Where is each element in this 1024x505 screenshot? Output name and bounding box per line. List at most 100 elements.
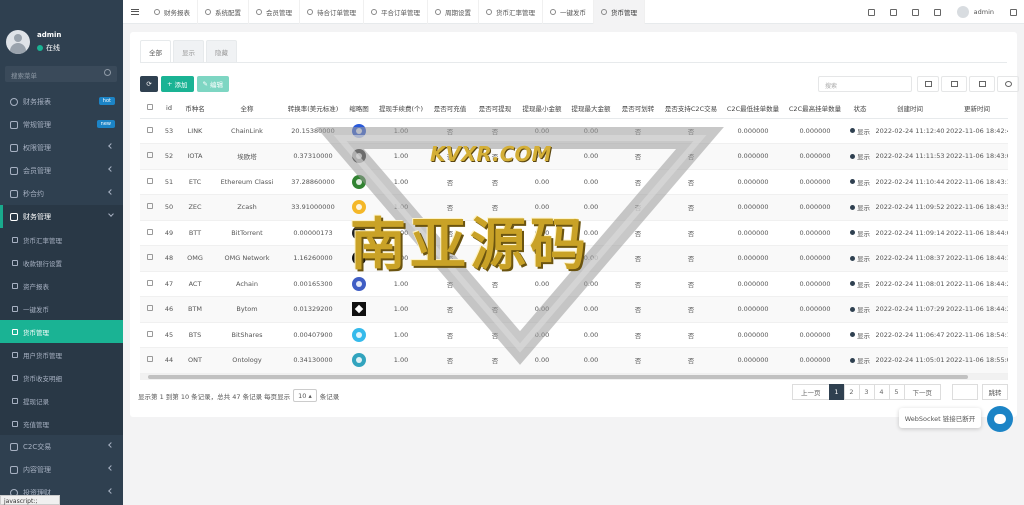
sidebar-item-general[interactable]: 常规管理 new [0,113,123,136]
table-row[interactable]: 47 ACT Achain 0.00165300 1.00 否否 0.00 0.00 否否 0.0… [140,271,1008,297]
column-header[interactable]: 币种名 [178,98,212,119]
column-header[interactable]: 缩略图 [344,98,374,119]
column-header[interactable]: C2C最低挂单数量 [722,98,784,119]
row-checkbox-cell[interactable] [140,143,160,170]
refresh-button[interactable]: ⟳ [140,76,158,92]
advanced-search-button[interactable] [997,76,1019,92]
column-header[interactable]: 转换率(美元标准) [282,98,344,119]
horizontal-scrollbar[interactable] [140,374,1008,380]
filter-tab-show[interactable]: 显示 [173,40,204,62]
sidebar-subitem-asset-report[interactable]: 资产报表 [0,274,123,297]
menu-search-input[interactable]: 搜索菜单 [5,66,117,82]
chat-bubble-button[interactable] [987,406,1013,432]
toggle-view-button[interactable] [917,76,939,92]
columns-button[interactable] [941,76,967,92]
filter-tab-all[interactable]: 全部 [140,40,171,62]
row-checkbox-cell[interactable] [140,220,160,246]
table-row[interactable]: 52 IOTA 埃欧塔 0.37310000 1.00 否否 0.00 0.00 否否 0.000… [140,143,1008,170]
sidebar-subitem-recharge[interactable]: 充值管理 [0,412,123,435]
export-button[interactable] [969,76,995,92]
row-checkbox-cell[interactable] [140,169,160,195]
scrollbar-thumb[interactable] [148,375,968,379]
page-button-3[interactable]: 3 [858,384,875,400]
search-icon[interactable] [104,69,111,76]
sidebar-subitem-withdraw[interactable]: 提现记录 [0,389,123,412]
checkbox-icon[interactable] [147,228,153,235]
column-header[interactable]: 全称 [212,98,282,119]
sidebar-item-permission[interactable]: 权限管理 [0,136,123,159]
next-page-button[interactable]: 下一页 [903,384,941,400]
sidebar-subitem-rate[interactable]: 货币汇率管理 [0,228,123,251]
avatar[interactable] [6,30,30,54]
column-header[interactable]: 更新时间 [946,98,1008,119]
tab-period[interactable]: 周期设置 [428,0,479,24]
checkbox-icon[interactable] [147,126,153,133]
tab-member[interactable]: 会员管理 [249,0,300,24]
sidebar-subitem-currency[interactable]: 货币管理 [0,320,123,343]
home-button[interactable] [861,0,883,24]
sidebar-item-contract[interactable]: 秒合约 [0,182,123,205]
select-all-checkbox[interactable] [140,98,160,119]
table-row[interactable]: 45 BTS BitShares 0.00407900 1.00 否否 0.00 0.00 否否… [140,322,1008,348]
row-checkbox-cell[interactable] [140,245,160,272]
filter-tab-hide[interactable]: 隐藏 [206,40,237,62]
table-row[interactable]: 51 ETC Ethereum Classi 37.28860000 1.00 否否 0.0… [140,169,1008,195]
column-header[interactable]: id [160,98,178,119]
trash-button[interactable] [883,0,905,24]
tab-issue-coin[interactable]: 一键发币 [543,0,594,24]
checkbox-icon[interactable] [147,279,153,286]
settings-button[interactable] [1002,0,1024,24]
column-header[interactable]: 是否可提现 [472,98,518,119]
menu-toggle-button[interactable] [123,0,147,24]
checkbox-icon[interactable] [147,356,153,363]
row-checkbox-cell[interactable] [140,322,160,348]
table-row[interactable]: 49 BTT BitTorrent 0.00000173 1.00 否否 0.00 0.00 否… [140,220,1008,246]
tab-currency[interactable]: 货币管理 [594,0,645,24]
row-checkbox-cell[interactable] [140,271,160,297]
tab-rate[interactable]: 货币汇率管理 [479,0,543,24]
table-search-input[interactable]: 搜索 [818,76,912,92]
jump-page-input[interactable] [952,384,978,400]
row-checkbox-cell[interactable] [140,296,160,323]
row-checkbox-cell[interactable] [140,118,160,144]
row-checkbox-cell[interactable] [140,347,160,374]
tab-finance-report[interactable]: 财务报表 [147,0,198,24]
sidebar-subitem-issue-coin[interactable]: 一键发币 [0,297,123,320]
checkbox-icon[interactable] [147,152,153,159]
add-button[interactable]: + 添加 [161,76,194,92]
user-menu[interactable]: admin [949,6,1002,18]
column-header[interactable]: 提现手续费(个) [374,98,428,119]
page-button-2[interactable]: 2 [843,384,860,400]
column-header[interactable]: 是否支持C2C交易 [660,98,722,119]
edit-button[interactable]: ✎ 编辑 [196,76,230,92]
checkbox-icon[interactable] [147,330,153,337]
checkbox-icon[interactable] [147,305,153,312]
table-row[interactable]: 50 ZEC Zcash 33.91000000 1.00 否否 0.00 0.00 否否 0.0… [140,194,1008,221]
prev-page-button[interactable]: 上一页 [792,384,830,400]
tab-open-orders[interactable]: 待合订单管理 [300,0,364,24]
column-header[interactable]: 创建时间 [874,98,946,119]
table-row[interactable]: 44 ONT Ontology 0.34130000 1.00 否否 0.00 0.00 否否 0… [140,347,1008,374]
jump-button[interactable]: 跳转 [982,384,1008,400]
column-header[interactable]: 提现最大金额 [566,98,616,119]
sidebar-item-content[interactable]: 内容管理 [0,458,123,481]
column-header[interactable]: 提现最小金额 [518,98,566,119]
sidebar-subitem-bank[interactable]: 收款银行设置 [0,251,123,274]
column-header[interactable]: 是否可划转 [616,98,660,119]
column-header[interactable]: C2C最高挂单数量 [784,98,846,119]
checkbox-icon[interactable] [147,177,153,184]
sidebar-item-finance[interactable]: 财务管理 [0,205,123,228]
fullscreen-button[interactable] [927,0,949,24]
checkbox-icon[interactable] [147,103,153,110]
column-header[interactable]: 状态 [846,98,874,119]
column-header[interactable]: 是否可充值 [428,98,472,119]
table-row[interactable]: 53 LINK ChainLink 20.15380000 1.00 否否 0.00 0.00… [140,118,1008,144]
sidebar-item-member[interactable]: 会员管理 [0,159,123,182]
table-row[interactable]: 48 OMG OMG Network 1.16260000 1.00 否否 0.00 0.00… [140,245,1008,272]
row-checkbox-cell[interactable] [140,194,160,221]
page-button-1[interactable]: 1 [828,384,845,400]
sidebar-item-c2c[interactable]: C2C交易 [0,435,123,458]
sidebar-subitem-currency-detail[interactable]: 货币收支明细 [0,366,123,389]
checkbox-icon[interactable] [147,203,153,210]
tab-close-orders[interactable]: 平合订单管理 [364,0,428,24]
